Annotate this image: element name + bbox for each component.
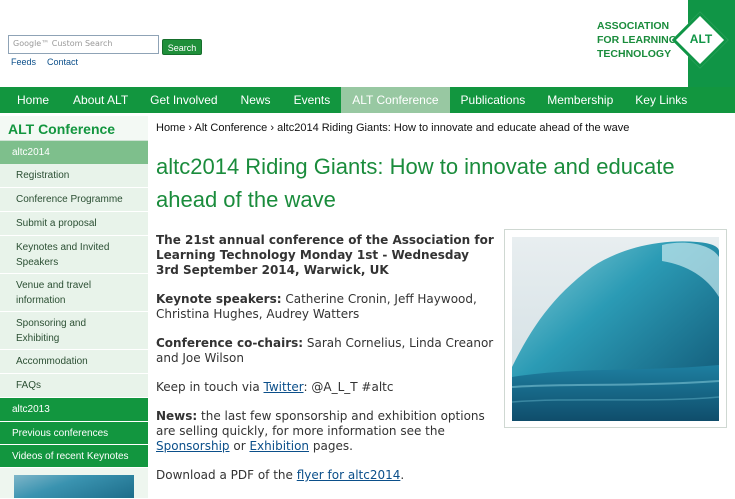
nav-news[interactable]: News	[229, 87, 283, 113]
nav-key-links[interactable]: Key Links	[624, 87, 698, 113]
feeds-link[interactable]: Feeds	[11, 57, 36, 67]
nav-membership[interactable]: Membership	[536, 87, 624, 113]
breadcrumb-alt-conference[interactable]: Alt Conference	[195, 122, 268, 134]
search-placeholder: Google™ Custom Search	[13, 39, 113, 48]
keynote-paragraph: Keynote speakers: Catherine Cronin, Jeff…	[156, 292, 477, 321]
sidebar-item-submit[interactable]: Submit a proposal	[0, 212, 148, 236]
sponsorship-link[interactable]: Sponsorship	[156, 439, 230, 453]
sidebar-item-previous[interactable]: Previous conferences	[0, 422, 148, 445]
sidebar-item-registration[interactable]: Registration	[0, 164, 148, 188]
wave-photo-frame	[504, 229, 727, 428]
sidebar-item-programme[interactable]: Conference Programme	[0, 188, 148, 212]
nav-about[interactable]: About ALT	[58, 87, 139, 113]
nav-publications[interactable]: Publications	[450, 87, 537, 113]
flyer-link[interactable]: flyer for altc2014	[297, 468, 401, 482]
cochairs-paragraph: Conference co-chairs: Sarah Cornelius, L…	[156, 336, 494, 365]
sidebar-section-altc2014[interactable]: altc2014	[0, 141, 148, 164]
nav-events[interactable]: Events	[283, 87, 342, 113]
touch-paragraph: Keep in touch via Twitter: @A_L_T #altc	[156, 380, 394, 394]
wave-photo	[512, 237, 719, 421]
site-header: Google™ Custom Search Search Feeds Conta…	[0, 0, 735, 87]
sidebar-item-sponsoring[interactable]: Sponsoring and Exhibiting	[0, 312, 148, 350]
wave-image	[512, 237, 719, 421]
download-paragraph: Download a PDF of the flyer for altc2014…	[156, 468, 405, 482]
breadcrumb-sep: ›	[188, 122, 193, 134]
breadcrumb-sep: ›	[270, 122, 275, 134]
sidebar-item-accommodation[interactable]: Accommodation	[0, 350, 148, 374]
breadcrumb-home[interactable]: Home	[156, 122, 185, 134]
main-nav: Home About ALT Get Involved News Events …	[0, 87, 735, 113]
breadcrumb-current: altc2014 Riding Giants: How to innovate …	[277, 122, 630, 134]
nav-alt-conference[interactable]: ALT Conference	[341, 87, 450, 113]
sidebar-item-faqs[interactable]: FAQs	[0, 374, 148, 398]
page-content: The 21st annual conference of the Associ…	[156, 233, 496, 497]
news-paragraph: News: the last few sponsorship and exhib…	[156, 409, 485, 453]
sidebar-item-venue[interactable]: Venue and travel information	[0, 274, 148, 312]
search-input[interactable]: Google™ Custom Search	[8, 35, 159, 54]
contact-link[interactable]: Contact	[47, 57, 78, 67]
sidebar-title[interactable]: ALT Conference	[0, 116, 148, 141]
nav-get-involved[interactable]: Get Involved	[139, 87, 228, 113]
sidebar: ALT Conference altc2014 Registration Con…	[0, 116, 148, 499]
sidebar-thumbnail[interactable]	[0, 468, 148, 498]
logo-alt-text: ALT	[689, 32, 713, 46]
sidebar-item-keynotes[interactable]: Keynotes and Invited Speakers	[0, 236, 148, 274]
page-title: altc2014 Riding Giants: How to innovate …	[156, 154, 675, 212]
breadcrumb: Home › Alt Conference › altc2014 Riding …	[156, 122, 629, 134]
twitter-link[interactable]: Twitter	[264, 380, 304, 394]
exhibition-link[interactable]: Exhibition	[249, 439, 309, 453]
sidebar-item-videos[interactable]: Videos of recent Keynotes	[0, 445, 148, 468]
intro-paragraph: The 21st annual conference of the Associ…	[156, 233, 494, 277]
search-button[interactable]: Search	[162, 39, 202, 55]
sidebar-item-altc2013[interactable]: altc2013	[0, 398, 148, 422]
nav-home[interactable]: Home	[0, 87, 58, 113]
